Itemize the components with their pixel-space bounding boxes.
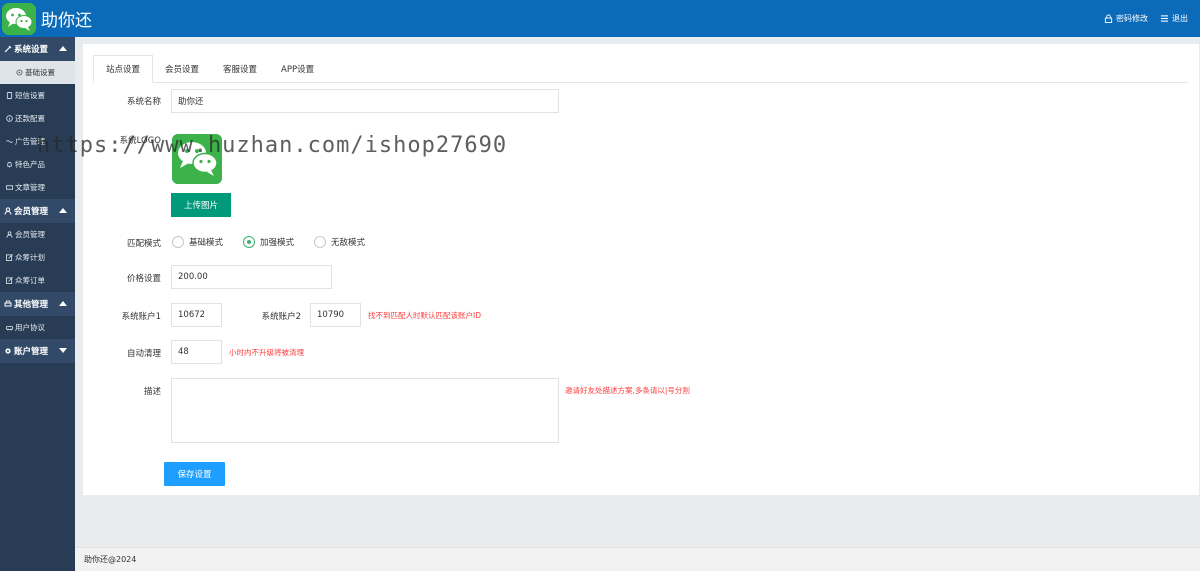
gear-icon [16,69,23,76]
sidebar-item-featured-products[interactable]: 特色产品 [0,153,75,176]
description-label: 描述 [143,387,161,397]
sidebar-item-label: 会员管理 [15,230,45,239]
user-group-icon [4,207,12,215]
description-hint: 邀请好友处描述方案,多条请以|号分割 [565,386,690,395]
settings-panel: 站点设置 会员设置 客服设置 APP设置 系统名称 助你还 系统LOGO 上传图… [83,44,1199,495]
sidebar-item-label: 还款配置 [15,114,45,123]
sidebar-item-ad-management[interactable]: 广告管理 [0,130,75,153]
caret-up-icon [59,46,67,51]
caret-up-icon [59,208,67,213]
top-header: 助你还 密码修改 退出 [0,0,1200,37]
tab-site-settings[interactable]: 站点设置 [93,55,154,83]
auto-clean-input[interactable]: 48 [171,340,222,364]
radio-label: 无敌模式 [331,238,366,248]
logout-link[interactable]: 退出 [1160,13,1188,24]
sidebar-item-label: 短信设置 [15,91,45,100]
caret-up-icon [59,301,67,306]
header-actions: 密码修改 退出 [1104,0,1188,37]
system-logo-label: 系统LOGO [119,136,161,146]
edit-icon [6,277,13,284]
sidebar-item-repayment-config[interactable]: 还款配置 [0,107,75,130]
account2-label: 系统账户2 [261,312,301,322]
radio-dot [314,236,326,248]
menu-group-accounts[interactable]: 账户管理 [0,339,75,363]
sidebar-item-member-management[interactable]: 会员管理 [0,223,75,246]
user-icon [6,231,13,238]
info-circle-icon [6,115,13,122]
radio-dot [243,236,255,248]
tab-service-settings[interactable]: 客服设置 [211,55,269,83]
bell-icon [7,162,12,168]
app-logo [0,0,37,37]
phone-icon [6,92,13,99]
sidebar-item-basic-settings[interactable]: 基础设置 [0,61,75,84]
system-name-input[interactable]: 助你还 [171,89,559,113]
radio-label: 基础模式 [189,238,224,248]
menu-group-label: 其他管理 [14,300,49,310]
footer-copyright: 助你还@2024 [84,555,137,564]
menu-group-label: 会员管理 [14,207,49,217]
menu-group-other[interactable]: 其他管理 [0,292,75,316]
sidebar-item-label: 特色产品 [15,160,45,169]
account1-label: 系统账户1 [121,312,161,322]
sidebar-item-label: 基础设置 [25,68,55,77]
sidebar-item-article-management[interactable]: 文章管理 [0,176,75,199]
price-label: 价格设置 [126,274,161,284]
sidebar-item-label: 用户协议 [15,323,45,332]
footer: 助你还@2024 [75,547,1200,571]
menu-group-label: 账户管理 [14,347,49,357]
account2-input[interactable]: 10790 [310,303,361,327]
price-input[interactable]: 200.00 [171,265,332,289]
sidebar-item-user-agreement[interactable]: 用户协议 [0,316,75,339]
tab-app-settings[interactable]: APP设置 [269,55,326,83]
account1-input[interactable]: 10672 [171,303,222,327]
menu-group-label: 系统设置 [14,45,49,55]
upload-image-button[interactable]: 上传图片 [171,193,231,217]
sidebar-item-sms-settings[interactable]: 短信设置 [0,84,75,107]
radio-enhanced-mode[interactable]: 加强模式 [243,236,294,248]
match-mode-label: 匹配模式 [126,239,161,249]
sidebar: 系统设置 基础设置 短信设置 还款配置 广告管理 特色产品 文章管理 会员管理 … [0,37,75,571]
main-content: 站点设置 会员设置 客服设置 APP设置 系统名称 助你还 系统LOGO 上传图… [75,37,1200,571]
sidebar-item-label: 广告管理 [15,137,45,146]
tab-member-settings[interactable]: 会员设置 [153,55,211,83]
link-icon [6,140,13,143]
logout-label: 退出 [1172,14,1188,23]
edit-icon [6,254,13,261]
car-icon [6,326,13,331]
sidebar-item-label: 文章管理 [15,183,45,192]
radio-dot [172,236,184,248]
keyboard-icon [6,185,13,190]
auto-clean-hint: 小时内不升级将被清理 [229,348,304,357]
account-hint: 找不到匹配人时默认匹配该账户ID [368,311,481,320]
save-settings-button[interactable]: 保存设置 [164,462,225,486]
menu-group-system[interactable]: 系统设置 [0,37,75,61]
app-title: 助你还 [41,11,92,31]
system-name-label: 系统名称 [126,97,161,107]
gear-icon [5,348,11,354]
wechat-logo-icon [1,2,36,35]
radio-invincible-mode[interactable]: 无敌模式 [314,236,365,248]
sidebar-item-crowdfunding-orders[interactable]: 众筹订单 [0,269,75,292]
wechat-logo-preview-icon [172,134,222,184]
tools-icon [4,45,12,53]
menu-lines-icon [1160,15,1169,22]
menu-group-members[interactable]: 会员管理 [0,199,75,223]
sidebar-item-label: 众筹订单 [15,276,45,285]
sidebar-item-label: 众筹计划 [15,253,45,262]
caret-down-icon [59,348,67,353]
change-password-link[interactable]: 密码修改 [1104,13,1148,24]
lock-icon [1104,14,1113,23]
auto-clean-label: 自动清理 [126,349,161,359]
sidebar-item-crowdfunding-plan[interactable]: 众筹计划 [0,246,75,269]
change-password-label: 密码修改 [1116,14,1148,23]
printer-icon [4,300,12,307]
radio-basic-mode[interactable]: 基础模式 [172,236,223,248]
radio-label: 加强模式 [260,238,295,248]
description-textarea[interactable] [171,378,559,443]
settings-tabs: 站点设置 会员设置 客服设置 APP设置 [93,55,1188,83]
